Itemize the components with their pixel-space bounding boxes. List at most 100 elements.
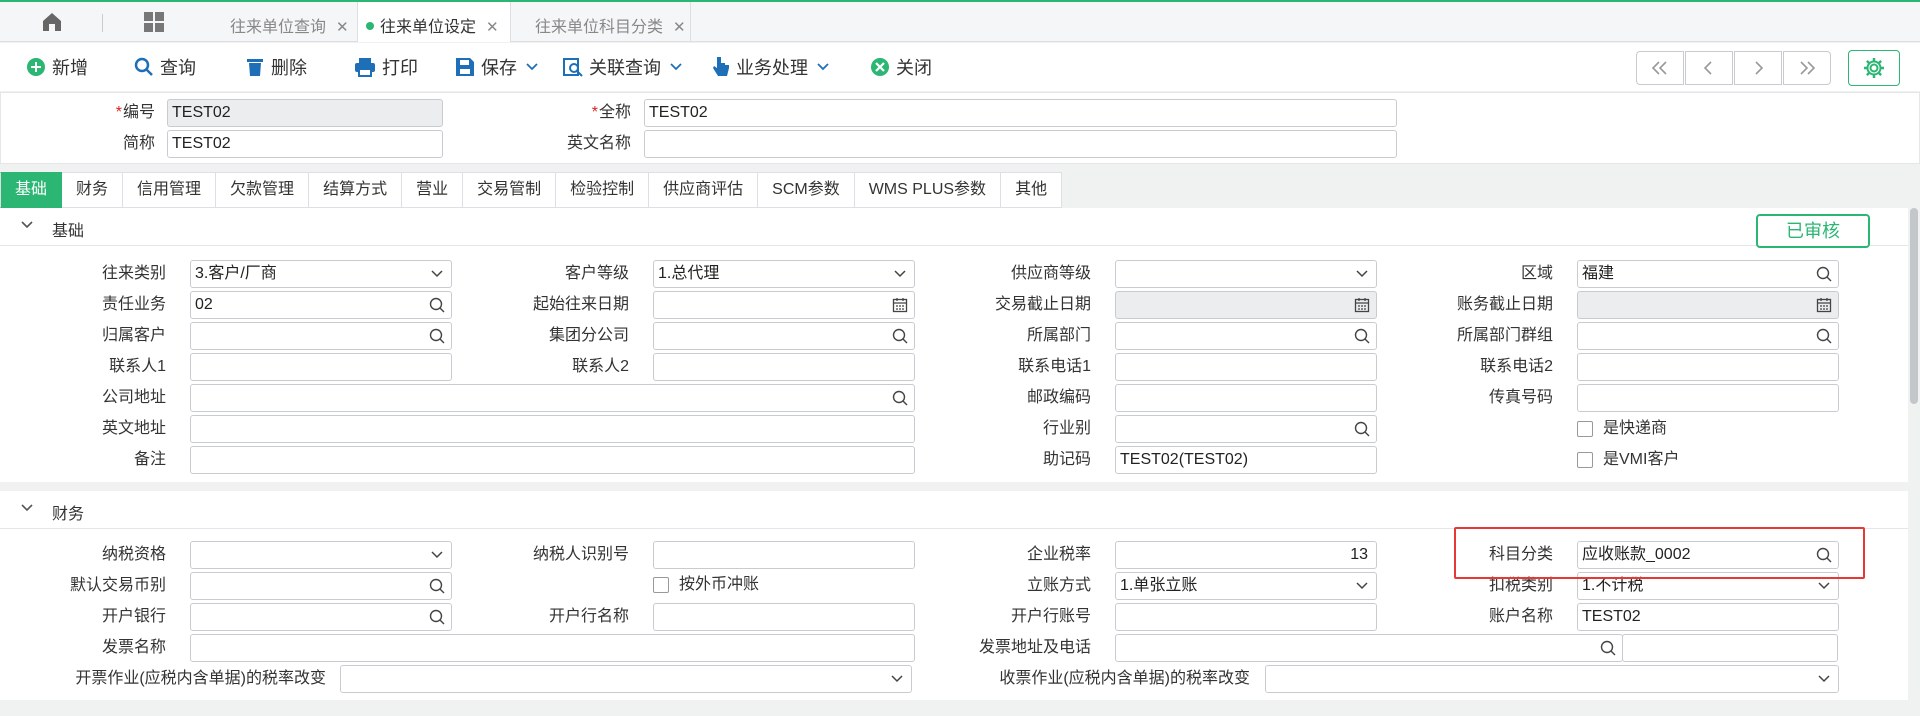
contact2-field[interactable]: [653, 353, 915, 381]
search-icon[interactable]: [1354, 328, 1370, 344]
trade-end-date-field[interactable]: [1115, 291, 1377, 319]
tab-detail-3[interactable]: 欠款管理: [216, 172, 310, 208]
contact1-field[interactable]: [190, 353, 452, 381]
chevron-down-icon[interactable]: [889, 671, 905, 687]
english-name-field[interactable]: [644, 130, 1397, 158]
search-icon[interactable]: [1816, 266, 1832, 282]
tax-rate-field[interactable]: 13: [1115, 541, 1377, 569]
invoice-addr-extra-field[interactable]: [1622, 634, 1838, 662]
account-name-field[interactable]: TEST02: [1577, 603, 1839, 631]
search-icon[interactable]: [892, 328, 908, 344]
deduct-type-field[interactable]: 1.不计税: [1577, 572, 1839, 600]
calendar-icon[interactable]: [1816, 297, 1832, 313]
first-record-button[interactable]: [1636, 51, 1684, 85]
search-icon[interactable]: [1354, 421, 1370, 437]
search-icon[interactable]: [1816, 328, 1832, 344]
chevron-down-icon[interactable]: [1354, 266, 1370, 282]
tab-detail-4[interactable]: 结算方式: [309, 172, 403, 208]
business-process-button[interactable]: 业务处理: [712, 55, 836, 79]
prev-record-button[interactable]: [1685, 51, 1733, 85]
tab-detail-9[interactable]: SCM参数: [758, 172, 855, 208]
search-icon[interactable]: [429, 609, 445, 625]
query-button[interactable]: 查询: [134, 55, 196, 79]
tab-detail-10[interactable]: WMS PLUS参数: [854, 172, 1002, 208]
code-field[interactable]: TEST02: [167, 99, 443, 127]
close-button[interactable]: 关闭: [870, 55, 932, 79]
chevron-down-icon[interactable]: [429, 266, 445, 282]
calendar-icon[interactable]: [892, 297, 908, 313]
grid-icon[interactable]: [142, 10, 166, 34]
offset-foreign-checkbox[interactable]: [653, 577, 669, 593]
scrollbar[interactable]: [1910, 208, 1918, 404]
remark-field[interactable]: [190, 446, 915, 474]
address-field[interactable]: [190, 384, 915, 412]
tax-qual-field[interactable]: [190, 541, 452, 569]
postcode-field[interactable]: [1115, 384, 1377, 412]
chevron-down-icon[interactable]: [892, 266, 908, 282]
search-icon[interactable]: [892, 390, 908, 406]
next-record-button[interactable]: [1734, 51, 1782, 85]
is-courier-checkbox[interactable]: [1577, 421, 1593, 437]
tab-detail-6[interactable]: 交易管制: [463, 172, 557, 208]
tab-detail-0[interactable]: 基础: [0, 172, 63, 208]
chevron-down-icon[interactable]: [1816, 578, 1832, 594]
tab-detail-5[interactable]: 营业: [402, 172, 464, 208]
invoice-name-field[interactable]: [190, 634, 915, 662]
related-query-button[interactable]: 关联查询: [563, 55, 689, 79]
tab-partner-query[interactable]: 往来单位查询 ✕: [212, 2, 358, 42]
search-icon[interactable]: [429, 297, 445, 313]
parent-customer-field[interactable]: [190, 322, 452, 350]
fullname-field[interactable]: TEST02: [644, 99, 1397, 127]
tab-partner-setting[interactable]: 往来单位设定 ✕: [358, 2, 511, 42]
tab-detail-11[interactable]: 其他: [1001, 172, 1063, 208]
tab-partner-subject-class[interactable]: 往来单位科目分类 ✕: [511, 2, 691, 42]
calendar-icon[interactable]: [1354, 297, 1370, 313]
start-date-field[interactable]: [653, 291, 915, 319]
department-field[interactable]: [1115, 322, 1377, 350]
settings-button[interactable]: [1848, 50, 1900, 86]
tab-detail-7[interactable]: 检验控制: [556, 172, 650, 208]
subject-class-field[interactable]: 应收账款_0002: [1577, 541, 1839, 569]
print-button[interactable]: 打印: [354, 55, 418, 79]
account-method-field[interactable]: 1.单张立账: [1115, 572, 1377, 600]
default-currency-field[interactable]: [190, 572, 452, 600]
add-button[interactable]: 新增: [26, 55, 88, 79]
region-field[interactable]: 福建: [1577, 260, 1839, 288]
chevron-down-icon[interactable]: [1816, 671, 1832, 687]
close-icon[interactable]: ✕: [673, 18, 686, 36]
bank-account-field[interactable]: [1115, 603, 1377, 631]
industry-field[interactable]: [1115, 415, 1377, 443]
save-button[interactable]: 保存: [455, 55, 545, 79]
phone2-field[interactable]: [1577, 353, 1839, 381]
search-icon[interactable]: [429, 328, 445, 344]
basic-section-header[interactable]: 基础: [0, 208, 1908, 246]
invoice-addr-phone-field[interactable]: [1115, 634, 1623, 662]
search-icon[interactable]: [429, 578, 445, 594]
customer-level-field[interactable]: 1.总代理: [653, 260, 915, 288]
search-icon[interactable]: [1816, 547, 1832, 563]
mnemonic-field[interactable]: TEST02(TEST02): [1115, 446, 1377, 474]
salesman-field[interactable]: 02: [190, 291, 452, 319]
phone1-field[interactable]: [1115, 353, 1377, 381]
supplier-level-field[interactable]: [1115, 260, 1377, 288]
finance-section-header[interactable]: 财务: [0, 491, 1908, 529]
partner-type-field[interactable]: 3.客户/厂商: [190, 260, 452, 288]
group-branch-field[interactable]: [653, 322, 915, 350]
fax-field[interactable]: [1577, 384, 1839, 412]
search-icon[interactable]: [1600, 640, 1616, 656]
account-end-date-field[interactable]: [1577, 291, 1839, 319]
close-icon[interactable]: ✕: [486, 18, 499, 36]
tab-detail-2[interactable]: 信用管理: [123, 172, 217, 208]
bank-name-field[interactable]: [653, 603, 915, 631]
en-address-field[interactable]: [190, 415, 915, 443]
home-icon[interactable]: [40, 10, 64, 34]
chevron-down-icon[interactable]: [1354, 578, 1370, 594]
last-record-button[interactable]: [1783, 51, 1831, 85]
shortname-field[interactable]: TEST02: [167, 130, 443, 158]
close-icon[interactable]: ✕: [336, 18, 349, 36]
bank-field[interactable]: [190, 603, 452, 631]
chevron-down-icon[interactable]: [429, 547, 445, 563]
delete-button[interactable]: 删除: [245, 55, 307, 79]
taxpayer-id-field[interactable]: [653, 541, 915, 569]
tab-detail-1[interactable]: 财务: [62, 172, 124, 208]
